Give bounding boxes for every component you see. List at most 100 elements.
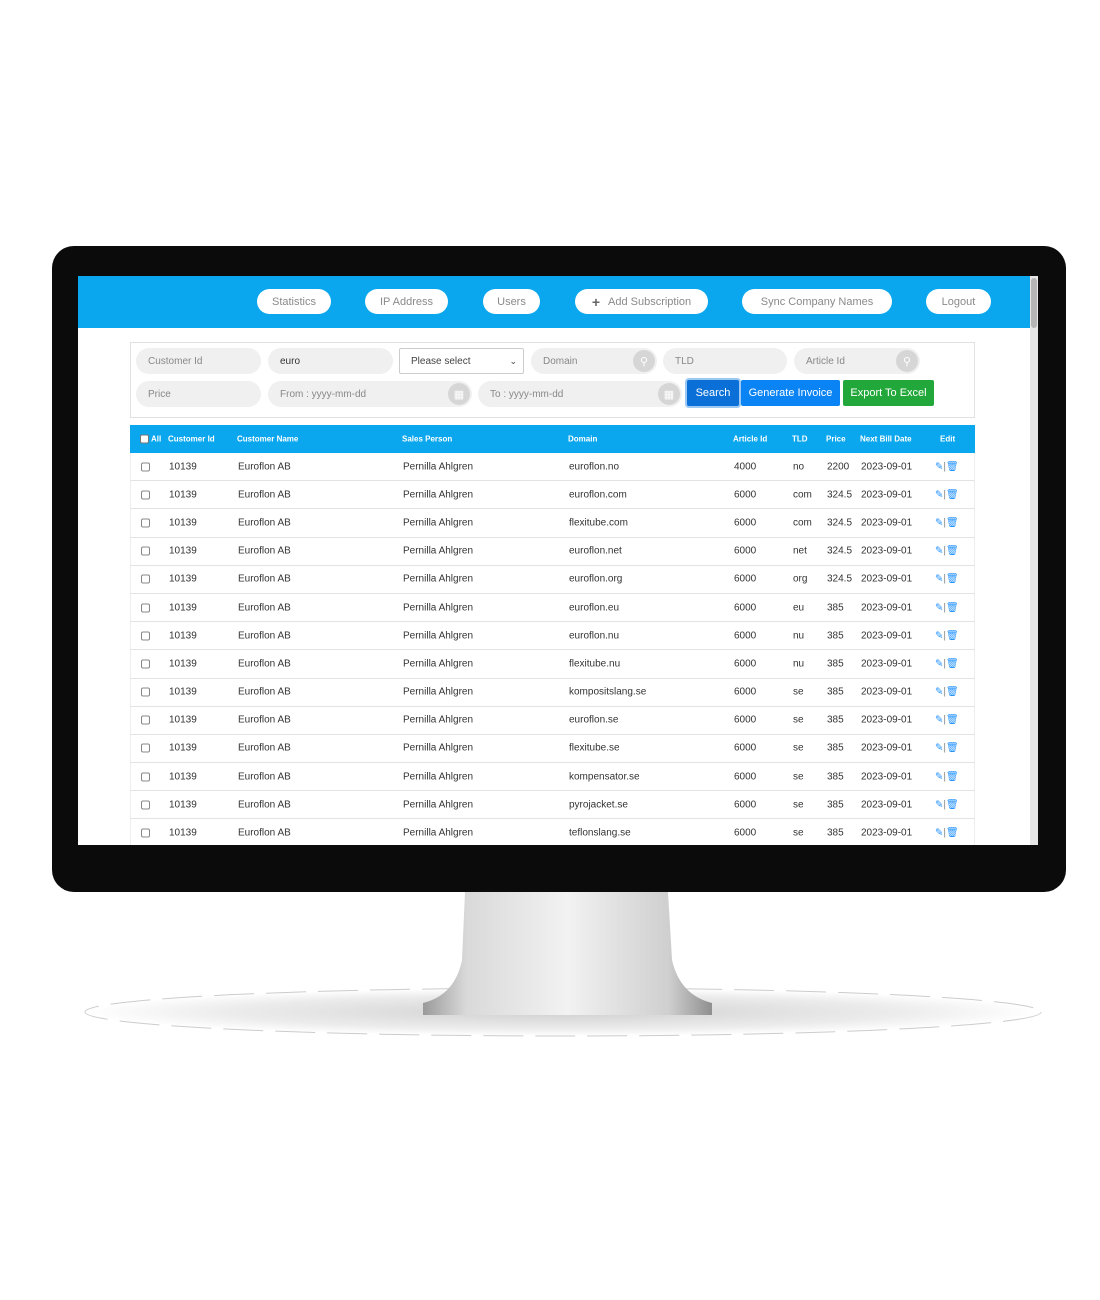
sync-company-names-button[interactable]: Sync Company Names: [742, 289, 892, 314]
article-id-input[interactable]: Article Id ⚲: [794, 348, 920, 374]
cell-customer-id: 10139: [169, 799, 197, 811]
cell-next-bill-date: 2023-09-01: [861, 517, 913, 529]
trash-icon[interactable]: 🗑: [946, 743, 959, 754]
row-checkbox[interactable]: [141, 518, 150, 528]
row-checkbox[interactable]: [141, 631, 150, 641]
trash-icon[interactable]: 🗑: [946, 517, 959, 528]
edit-actions: ✎|🗑: [935, 630, 959, 641]
table-row: 10139 Euroflon AB Pernilla Ahlgren euroflon…: [130, 593, 975, 623]
trash-icon[interactable]: 🗑: [946, 489, 959, 500]
row-checkbox[interactable]: [141, 603, 150, 613]
scrollbar[interactable]: [1030, 276, 1038, 845]
trash-icon[interactable]: 🗑: [946, 574, 959, 585]
cell-domain: euroflon.nu: [569, 630, 620, 642]
domain-input[interactable]: Domain ⚲: [531, 348, 657, 374]
cell-article-id: 6000: [734, 827, 757, 839]
row-checkbox[interactable]: [141, 659, 150, 669]
trash-icon[interactable]: 🗑: [946, 771, 959, 782]
header-edit: Edit: [940, 434, 956, 444]
row-checkbox[interactable]: [141, 772, 150, 782]
row-checkbox[interactable]: [141, 462, 150, 472]
tld-input[interactable]: TLD: [663, 348, 787, 374]
row-checkbox[interactable]: [141, 828, 150, 838]
cell-customer-name: Euroflon AB: [238, 714, 291, 726]
header-next-bill-date[interactable]: Next Bill Date: [860, 435, 912, 444]
row-checkbox[interactable]: [141, 687, 150, 697]
cell-sales-person: Pernilla Ahlgren: [403, 799, 474, 811]
export-to-excel-button[interactable]: Export To Excel: [843, 380, 934, 406]
chevron-down-icon: ⌄: [509, 355, 517, 366]
table-row: 10139 Euroflon AB Pernilla Ahlgren pyrojack…: [130, 791, 975, 820]
cell-customer-id: 10139: [169, 658, 197, 670]
calendar-icon[interactable]: ▦: [448, 383, 470, 405]
header-customer-name[interactable]: Customer Name: [237, 435, 298, 444]
cell-customer-id: 10139: [169, 602, 197, 614]
cell-customer-id: 10139: [169, 545, 197, 557]
nav-statistics-button[interactable]: Statistics: [257, 289, 331, 314]
edit-actions: ✎|🗑: [935, 517, 959, 528]
scrollbar-thumb[interactable]: [1031, 278, 1037, 328]
filter-panel: Customer Id euro Please select ⌄ Domain ⚲ …: [130, 342, 975, 418]
table-row: 10139 Euroflon AB Pernilla Ahlgren flexitub…: [130, 650, 975, 679]
cell-sales-person: Pernilla Ahlgren: [403, 658, 474, 670]
cell-sales-person: Pernilla Ahlgren: [403, 686, 474, 698]
row-checkbox[interactable]: [141, 800, 150, 810]
table-row: 10139 Euroflon AB Pernilla Ahlgren flexitub…: [130, 734, 975, 764]
table-row: 10139 Euroflon AB Pernilla Ahlgren kompensa…: [130, 763, 975, 792]
cell-domain: flexitube.nu: [569, 658, 621, 670]
select-all-checkbox[interactable]: [140, 434, 149, 444]
row-checkbox[interactable]: [141, 490, 150, 500]
trash-icon[interactable]: 🗑: [946, 687, 959, 698]
search-icon[interactable]: ⚲: [633, 350, 655, 372]
nav-users-button[interactable]: Users: [483, 289, 540, 314]
trash-icon[interactable]: 🗑: [946, 828, 959, 839]
trash-icon[interactable]: 🗑: [946, 602, 959, 613]
placeholder: From : yyyy-mm-dd: [280, 388, 367, 400]
table-row: 10139 Euroflon AB Pernilla Ahlgren euroflon…: [130, 537, 975, 566]
trash-icon[interactable]: 🗑: [946, 546, 959, 557]
cell-tld: se: [793, 714, 804, 726]
logout-button[interactable]: Logout: [926, 289, 991, 314]
header-article-id[interactable]: Article Id: [733, 435, 767, 444]
trash-icon[interactable]: 🗑: [946, 461, 959, 472]
cell-price: 324.5: [827, 517, 853, 529]
search-icon[interactable]: ⚲: [896, 350, 918, 372]
header-customer-id[interactable]: Customer Id: [168, 435, 215, 444]
cell-customer-id: 10139: [169, 742, 197, 754]
trash-icon[interactable]: 🗑: [946, 658, 959, 669]
row-checkbox[interactable]: [141, 743, 150, 753]
cell-article-id: 6000: [734, 686, 757, 698]
cell-domain: flexitube.se: [569, 742, 620, 754]
to-date-input[interactable]: To : yyyy-mm-dd ▦: [478, 381, 682, 407]
search-button[interactable]: Search: [687, 380, 739, 406]
from-date-input[interactable]: From : yyyy-mm-dd ▦: [268, 381, 472, 407]
price-input[interactable]: Price: [136, 381, 261, 407]
edit-actions: ✎|🗑: [935, 602, 959, 613]
header-price[interactable]: Price: [826, 435, 846, 444]
header-domain[interactable]: Domain: [568, 435, 597, 444]
cell-price: 385: [827, 630, 844, 642]
add-subscription-button[interactable]: + Add Subscription: [575, 289, 708, 314]
trash-icon[interactable]: 🗑: [946, 799, 959, 810]
row-checkbox[interactable]: [141, 546, 150, 556]
cell-tld: org: [793, 573, 808, 585]
customer-id-input[interactable]: Customer Id: [136, 348, 261, 374]
header-tld[interactable]: TLD: [792, 435, 808, 444]
header-sales-person[interactable]: Sales Person: [402, 435, 452, 444]
calendar-icon[interactable]: ▦: [658, 383, 680, 405]
cell-domain: teflonslang.se: [569, 827, 631, 839]
cell-article-id: 6000: [734, 489, 757, 501]
trash-icon[interactable]: 🗑: [946, 630, 959, 641]
generate-invoice-button[interactable]: Generate Invoice: [741, 380, 840, 406]
table-header: All Customer Id Customer Name Sales Pers…: [130, 425, 975, 453]
row-checkbox[interactable]: [141, 574, 150, 584]
trash-icon[interactable]: 🗑: [946, 715, 959, 726]
status-select[interactable]: Please select ⌄: [399, 348, 524, 374]
cell-domain: euroflon.net: [569, 545, 622, 557]
table-row: 10139 Euroflon AB Pernilla Ahlgren euroflon…: [130, 453, 975, 482]
cell-tld: com: [793, 517, 812, 529]
row-checkbox[interactable]: [141, 715, 150, 725]
customer-name-input[interactable]: euro: [268, 348, 393, 374]
nav-ip-address-button[interactable]: IP Address: [365, 289, 448, 314]
edit-actions: ✎|🗑: [935, 574, 959, 585]
